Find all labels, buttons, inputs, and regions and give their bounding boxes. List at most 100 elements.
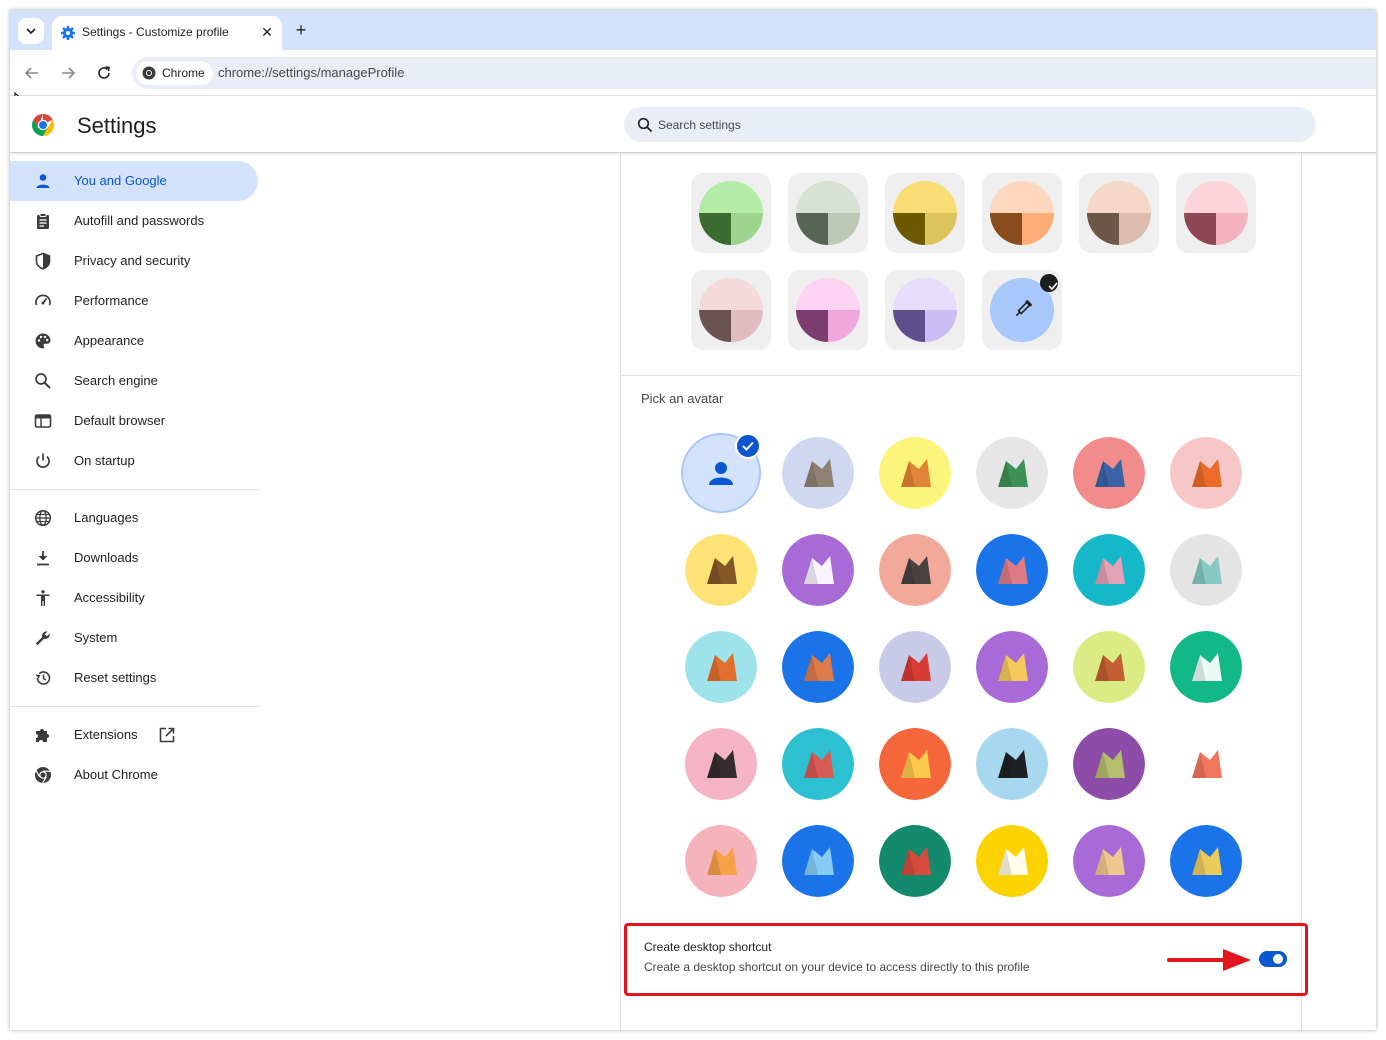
- sidebar-item-label: Reset settings: [74, 670, 157, 685]
- sunglasses-avatar[interactable]: [685, 728, 757, 800]
- cheese-avatar[interactable]: [976, 631, 1048, 703]
- site-info-chip[interactable]: Chrome: [136, 61, 213, 85]
- tab-settings[interactable]: Settings - Customize profile ✕: [52, 16, 282, 50]
- external-link-icon: [159, 727, 175, 743]
- person-icon: [36, 174, 50, 188]
- bird-avatar[interactable]: [879, 631, 951, 703]
- sidebar-item-you-and-google[interactable]: You and Google: [10, 161, 258, 201]
- pizza-avatar[interactable]: [1073, 825, 1145, 897]
- address-bar[interactable]: Chrome chrome://settings/manageProfile: [132, 57, 1376, 89]
- avocado-avatar[interactable]: [1073, 728, 1145, 800]
- sidebar-divider: [10, 706, 260, 707]
- arrow-left-icon: [25, 67, 38, 79]
- browser-window-icon: [34, 414, 52, 428]
- sidebar-item-autofill[interactable]: Autofill and passwords: [10, 201, 258, 241]
- gear-icon: [61, 26, 75, 40]
- sidebar-item-label: Performance: [74, 293, 149, 308]
- sidebar-item-default-browser[interactable]: Default browser: [10, 401, 258, 441]
- ice-cream-avatar[interactable]: [685, 825, 757, 897]
- dragon-avatar[interactable]: [976, 437, 1048, 509]
- search-icon: [637, 117, 653, 133]
- desktop-shortcut-row: Create desktop shortcut Create a desktop…: [624, 923, 1308, 996]
- chip-label: Chrome: [162, 66, 205, 80]
- theme-color-swatch[interactable]: [885, 270, 965, 350]
- basketball-avatar[interactable]: [685, 631, 757, 703]
- close-tab-button[interactable]: ✕: [258, 23, 276, 41]
- sidebar-divider: [10, 489, 260, 490]
- globe-icon: [34, 509, 52, 527]
- sandwich-avatar[interactable]: [1170, 825, 1242, 897]
- panda-avatar[interactable]: [782, 534, 854, 606]
- football-avatar[interactable]: [1073, 631, 1145, 703]
- tab-strip: Settings - Customize profile ✕ +: [10, 10, 1376, 50]
- desktop-shortcut-toggle[interactable]: [1259, 951, 1287, 967]
- avatar-section-title: Pick an avatar: [641, 391, 724, 406]
- rabbit-avatar[interactable]: [1073, 534, 1145, 606]
- tamagotchi-avatar[interactable]: [879, 728, 951, 800]
- theme-color-swatch[interactable]: [788, 173, 868, 253]
- theme-color-swatch[interactable]: [1176, 173, 1256, 253]
- sidebar-item-label: About Chrome: [74, 767, 158, 782]
- theme-color-swatch[interactable]: [1079, 173, 1159, 253]
- bike-avatar[interactable]: [782, 631, 854, 703]
- butterfly-avatar[interactable]: [976, 534, 1048, 606]
- sidebar-item-label: Accessibility: [74, 590, 145, 605]
- back-button[interactable]: [21, 62, 43, 84]
- tab-search-button[interactable]: [18, 18, 44, 44]
- search-placeholder: Search settings: [658, 118, 741, 132]
- smiley-avatar[interactable]: [1170, 728, 1242, 800]
- shortcut-description: Create a desktop shortcut on your device…: [644, 960, 1030, 974]
- sidebar-item-label: Languages: [74, 510, 139, 525]
- sidebar-item-reset-settings[interactable]: Reset settings: [10, 658, 258, 698]
- selected-check-icon: [1040, 274, 1058, 292]
- sidebar-item-downloads[interactable]: Downloads: [10, 538, 258, 578]
- wrench-icon: [35, 631, 50, 646]
- ice-avatar[interactable]: [782, 825, 854, 897]
- download-icon: [37, 551, 49, 566]
- palette-icon: [35, 333, 51, 349]
- sidebar-item-performance[interactable]: Performance: [10, 281, 258, 321]
- theme-color-swatch[interactable]: [691, 173, 771, 253]
- sidebar-item-label: Search engine: [74, 373, 158, 388]
- theme-color-swatch[interactable]: [788, 270, 868, 350]
- sidebar-item-languages[interactable]: Languages: [10, 498, 258, 538]
- sidebar-item-system[interactable]: System: [10, 618, 258, 658]
- sidebar-item-privacy[interactable]: Privacy and security: [10, 241, 258, 281]
- forward-button[interactable]: [57, 62, 79, 84]
- shield-icon: [35, 252, 51, 270]
- search-icon: [35, 373, 51, 389]
- penguin-avatar[interactable]: [879, 534, 951, 606]
- sushi-plate-avatar[interactable]: [1170, 631, 1242, 703]
- sidebar-item-search-engine[interactable]: Search engine: [10, 361, 258, 401]
- fox-avatar[interactable]: [1170, 437, 1242, 509]
- reload-button[interactable]: [93, 62, 115, 84]
- search-settings-input[interactable]: Search settings: [624, 107, 1316, 142]
- sidebar-item-label: Default browser: [74, 413, 166, 428]
- sidebar-item-about-chrome[interactable]: About Chrome: [10, 755, 258, 795]
- url-text[interactable]: chrome://settings/manageProfile: [218, 65, 404, 80]
- elephant-avatar[interactable]: [1073, 437, 1145, 509]
- vinyl-avatar[interactable]: [976, 728, 1048, 800]
- monkey-avatar[interactable]: [685, 534, 757, 606]
- cat-avatar[interactable]: [782, 437, 854, 509]
- theme-color-swatch[interactable]: [885, 173, 965, 253]
- sidebar-item-accessibility[interactable]: Accessibility: [10, 578, 258, 618]
- selected-check-icon: [735, 433, 761, 459]
- new-tab-button[interactable]: +: [290, 19, 312, 41]
- arrow-right-icon: [62, 67, 75, 79]
- unicorn-avatar[interactable]: [1170, 534, 1242, 606]
- sushi-avatar[interactable]: [782, 728, 854, 800]
- sidebar-item-appearance[interactable]: Appearance: [10, 321, 258, 361]
- onigiri-avatar[interactable]: [976, 825, 1048, 897]
- sidebar-item-label: You and Google: [74, 173, 167, 188]
- theme-color-swatch[interactable]: [691, 270, 771, 350]
- sidebar-item-extensions[interactable]: Extensions: [10, 715, 258, 755]
- settings-header: Settings Search settings: [10, 96, 1376, 153]
- chrome-icon: [35, 767, 51, 784]
- theme-color-swatch[interactable]: [982, 173, 1062, 253]
- corgi-avatar[interactable]: [879, 437, 951, 509]
- page-title: Settings: [77, 113, 157, 138]
- sidebar-item-on-startup[interactable]: On startup: [10, 441, 258, 481]
- custom-color-button[interactable]: [982, 270, 1062, 350]
- watermelon-avatar[interactable]: [879, 825, 951, 897]
